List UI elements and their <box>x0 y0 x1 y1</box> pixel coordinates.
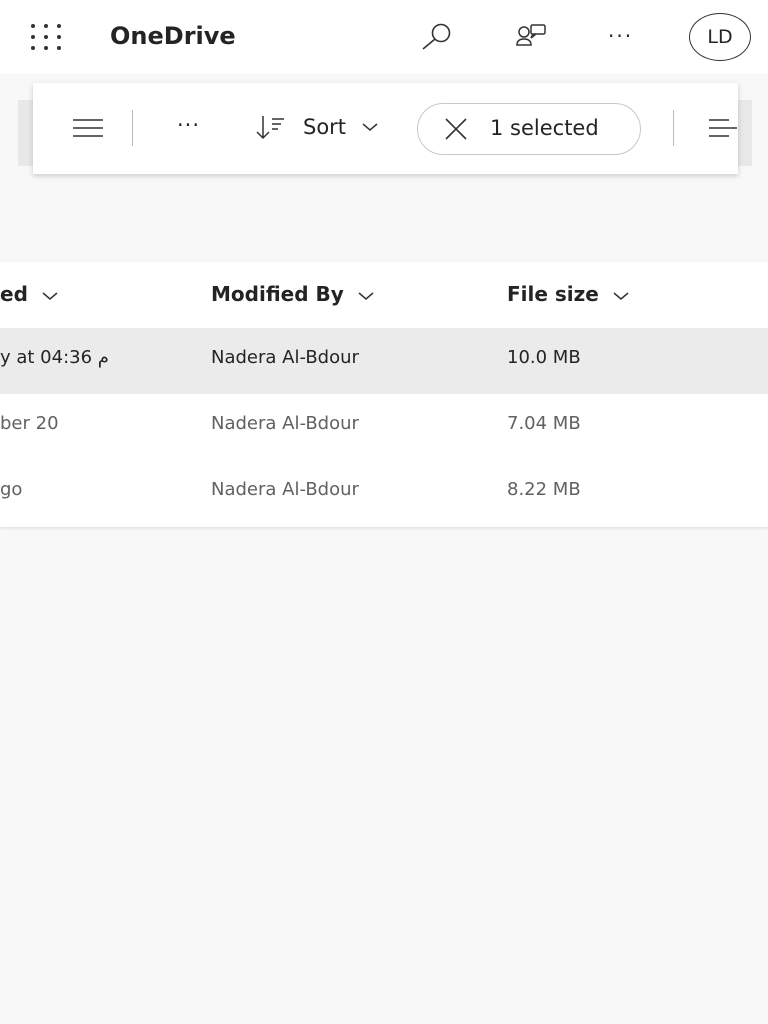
table-row[interactable]: y at 04:36 م Nadera Al-Bdour 10.0 MB <box>0 328 768 394</box>
sort-label: Sort <box>303 115 347 139</box>
modified-cell: ber 20 <box>0 413 59 434</box>
file-list: ed Modified By File size y at 04:36 م Na… <box>0 262 768 527</box>
file-size-cell: 10.0 MB <box>507 347 581 368</box>
chevron-down-icon <box>613 292 629 300</box>
file-size-cell: 8.22 MB <box>507 479 581 500</box>
column-header-file-size[interactable]: File size <box>507 282 629 306</box>
hamburger-menu-icon[interactable] <box>72 117 104 139</box>
table-row[interactable]: ber 20 Nadera Al-Bdour 7.04 MB <box>0 394 768 460</box>
column-header-modified-by[interactable]: Modified By <box>211 282 374 306</box>
chevron-down-icon <box>42 292 58 300</box>
modified-by-cell: Nadera Al-Bdour <box>211 479 359 500</box>
divider <box>673 110 674 146</box>
sort-button[interactable]: Sort <box>255 113 378 141</box>
modified-by-cell: Nadera Al-Bdour <box>211 413 359 434</box>
close-icon[interactable] <box>445 118 467 140</box>
column-header-modified[interactable]: ed <box>0 282 58 306</box>
modified-cell: y at 04:36 م <box>0 347 109 368</box>
table-row[interactable]: go Nadera Al-Bdour 8.22 MB <box>0 460 768 526</box>
app-launcher-icon[interactable] <box>31 24 61 50</box>
avatar[interactable]: LD <box>689 13 751 61</box>
chevron-down-icon <box>362 123 378 131</box>
clear-selection-pill[interactable]: 1 selected <box>417 103 641 155</box>
file-size-cell: 7.04 MB <box>507 413 581 434</box>
divider <box>132 110 133 146</box>
sort-icon <box>256 116 284 140</box>
share-people-icon[interactable] <box>514 22 550 50</box>
command-bar: ··· Sort 1 selected <box>33 83 738 174</box>
modified-by-cell: Nadera Al-Bdour <box>211 347 359 368</box>
modified-cell: go <box>0 479 23 500</box>
more-actions-icon[interactable]: ··· <box>177 113 200 137</box>
selection-count: 1 selected <box>490 116 599 140</box>
app-title[interactable]: OneDrive <box>110 22 236 50</box>
chevron-down-icon <box>358 292 374 300</box>
view-options-icon[interactable] <box>709 117 738 139</box>
app-header: OneDrive ··· LD <box>0 0 768 74</box>
search-icon[interactable] <box>420 22 454 50</box>
more-options-icon[interactable]: ··· <box>608 24 633 48</box>
